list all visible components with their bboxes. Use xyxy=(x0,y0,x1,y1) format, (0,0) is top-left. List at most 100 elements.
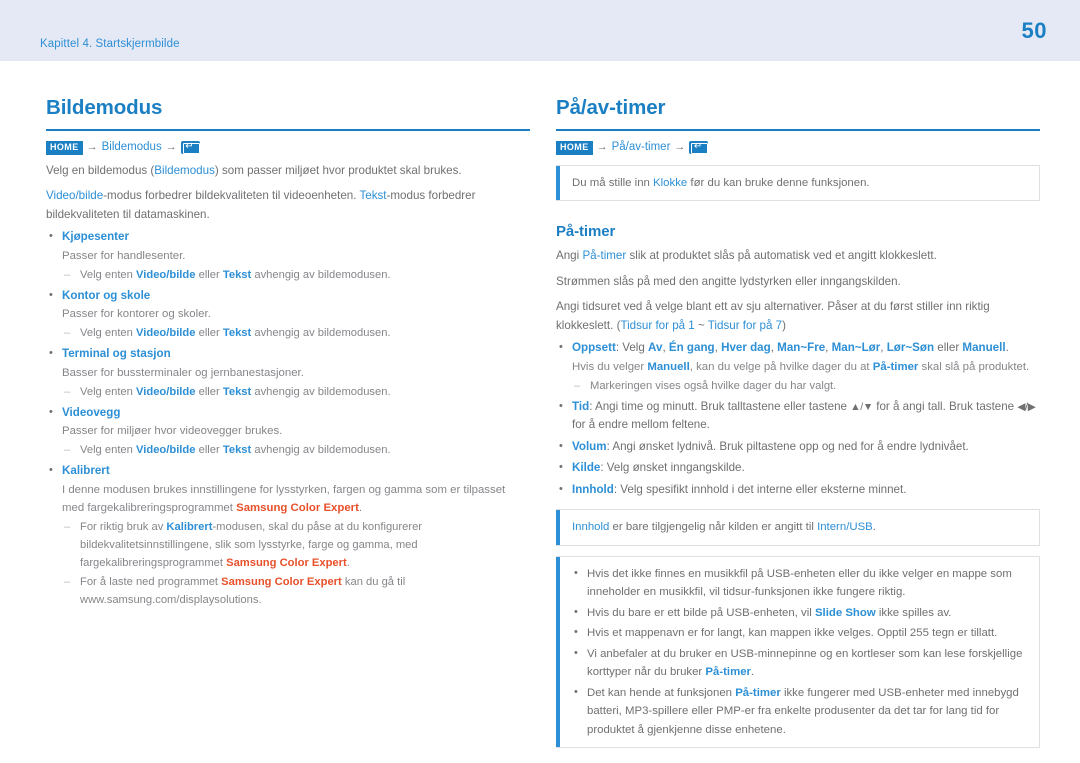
breadcrumb-arrow-icon: → xyxy=(596,141,608,154)
option-description: Basser for bussterminaler og jernbanesta… xyxy=(62,366,304,379)
list-item-tid: Tid: Angi time og minutt. Bruk talltaste… xyxy=(556,397,1040,435)
option-term: Kilde xyxy=(572,461,601,475)
option-description: Hvis du velger Manuell, kan du velge på … xyxy=(572,358,1040,376)
sub-highlight: Tekst xyxy=(222,444,252,457)
right-section-title: På/av-timer xyxy=(556,96,666,119)
up-down-arrow-icon: ▲/▼ xyxy=(850,400,873,413)
sub-brand: Samsung Color Expert xyxy=(221,575,342,588)
page-header-band xyxy=(0,0,1080,61)
note-text: er bare tilgjengelig når kilden er angit… xyxy=(609,521,818,534)
option-term: Oppsett xyxy=(572,341,616,355)
right-title-rule xyxy=(556,128,1040,131)
subsection-title: På-timer xyxy=(556,223,616,241)
para-text: ~ xyxy=(694,318,708,332)
home-badge[interactable]: HOME xyxy=(556,140,593,155)
sub-list-item: Velg enten Video/bilde eller Tekst avhen… xyxy=(62,441,530,459)
sub-highlight: Video/bilde xyxy=(136,444,196,457)
oppsett-value: Hver dag xyxy=(721,341,771,355)
note-box-clock: Du må stille inn Klokke før du kan bruke… xyxy=(556,164,1040,202)
note-highlight: Intern/USB xyxy=(817,521,873,534)
sub-text: avhengig av bildemodusen. xyxy=(251,268,391,281)
oppsett-values: Av, Én gang, Hver dag, Man~Fre, Man~Lør,… xyxy=(648,341,1006,354)
desc-text: Hvis du velger xyxy=(572,360,648,373)
note-text: Det kan hende at funksjonen xyxy=(587,686,736,699)
breadcrumb-link[interactable]: Bildemodus xyxy=(102,141,162,154)
left-intro-paragraph: Velg en bildemodus (Bildemodus) som pass… xyxy=(46,162,530,181)
option-term: Volum xyxy=(572,439,607,453)
sub-list: Markeringen vises også hvilke dager du h… xyxy=(572,377,1040,395)
left-column: Bildemodus HOME → Bildemodus → Velg en b… xyxy=(46,96,530,609)
sub-list-item: Velg enten Video/bilde eller Tekst avhen… xyxy=(62,324,530,342)
sub-text: Velg enten xyxy=(80,444,136,457)
option-text: : Velg xyxy=(615,341,649,355)
sub-list-item: For å laste ned programmet Samsung Color… xyxy=(62,573,530,609)
usb-note-list: Hvis det ikke finnes en musikkfil på USB… xyxy=(572,564,1027,740)
para-highlight: Tidsur for på 7 xyxy=(707,318,783,332)
option-description: Passer for kontorer og skoler. xyxy=(62,308,211,321)
pa-timer-paragraph-2: Strømmen slås på med den angitte lydstyr… xyxy=(556,274,901,288)
intro-text: -modus forbedrer bildekvaliteten til vid… xyxy=(103,189,360,203)
option-term: Terminal og stasjon xyxy=(62,347,171,361)
oppsett-value: Manuell xyxy=(962,341,1006,355)
sub-highlight: Video/bilde xyxy=(136,268,196,281)
option-text: for å angi tall. Bruk tastene xyxy=(873,399,1018,413)
desc-brand: Samsung Color Expert xyxy=(236,501,359,514)
note-text: . xyxy=(872,521,876,534)
option-term: Videovegg xyxy=(62,405,121,419)
sub-list: Velg enten Video/bilde eller Tekst avhen… xyxy=(62,324,530,342)
note-highlight: Klokke xyxy=(653,176,688,189)
option-term: Kjøpesenter xyxy=(62,230,130,244)
sub-highlight: Kalibrert xyxy=(166,520,213,533)
sub-list-item: For riktig bruk av Kalibrert-modusen, sk… xyxy=(62,518,530,572)
breadcrumb-link[interactable]: På/av-timer xyxy=(612,141,671,154)
option-text: : Angi ønsket lydnivå. Bruk piltastene o… xyxy=(606,439,969,453)
oppsett-value: Av xyxy=(648,341,663,355)
note-list-item: Hvis det ikke finnes en musikkfil på USB… xyxy=(572,564,1027,602)
note-text: . xyxy=(750,666,755,679)
list-item-kalibrert: Kalibrert I denne modusen brukes innstil… xyxy=(46,461,530,609)
note-text: Du må stille inn xyxy=(572,176,654,189)
intro-highlight: Bildemodus xyxy=(154,163,215,177)
option-term: Innhold xyxy=(572,482,614,496)
sub-list-item: Markeringen vises også hvilke dager du h… xyxy=(572,377,1040,395)
enter-key-icon xyxy=(180,140,200,155)
option-text: : Velg spesifikt innhold i det interne e… xyxy=(613,482,907,496)
option-term: Tid xyxy=(572,399,590,413)
desc-text: skal slå på produktet. xyxy=(918,360,1030,373)
option-text: : Angi time og minutt. Bruk talltastene … xyxy=(589,399,851,413)
list-item: Terminal og stasjon Basser for busstermi… xyxy=(46,344,530,401)
pa-timer-paragraph-3: Angi tidsuret ved å velge blant ett av s… xyxy=(556,298,1040,335)
sub-highlight: Tekst xyxy=(222,385,252,398)
sub-text: eller xyxy=(195,385,223,398)
chapter-label: Kapittel 4. Startskjermbilde xyxy=(40,38,180,50)
sub-text: . xyxy=(346,556,350,569)
home-badge[interactable]: HOME xyxy=(46,140,83,155)
sub-text: Velg enten xyxy=(80,385,136,398)
sub-list: For riktig bruk av Kalibrert-modusen, sk… xyxy=(62,518,530,609)
note-text: Vi anbefaler at du bruker en USB-minnepi… xyxy=(587,647,1023,679)
note-highlight: På-timer xyxy=(705,666,751,679)
sub-list: Velg enten Video/bilde eller Tekst avhen… xyxy=(62,383,530,401)
para-text: slik at produktet slås på automatisk ved… xyxy=(626,249,937,263)
breadcrumb-arrow-icon: → xyxy=(674,141,686,154)
note-text: før du kan bruke denne funksjonen. xyxy=(687,176,870,189)
sub-text: Velg enten xyxy=(80,268,136,281)
sub-brand: Samsung Color Expert xyxy=(226,556,347,569)
note-text: Hvis du bare er ett bilde på USB-enheten… xyxy=(587,606,815,619)
sub-text: avhengig av bildemodusen. xyxy=(251,327,391,340)
left-section-title: Bildemodus xyxy=(46,96,163,119)
left-breadcrumb: HOME → Bildemodus → xyxy=(46,140,530,155)
sub-text: For riktig bruk av xyxy=(80,520,167,533)
desc-highlight: Manuell xyxy=(647,360,690,373)
sub-highlight: Video/bilde xyxy=(136,385,196,398)
pa-timer-paragraph-1: Angi På-timer slik at produktet slås på … xyxy=(556,247,1040,266)
sub-text: eller xyxy=(195,268,223,281)
sub-text: avhengig av bildemodusen. xyxy=(251,444,391,457)
enter-key-icon xyxy=(689,140,709,155)
option-description: Passer for handlesenter. xyxy=(62,249,186,262)
intro-highlight: Tekst xyxy=(359,189,387,203)
desc-text: , kan du velge på hvilke dager du at xyxy=(689,360,873,373)
oppsett-value: Man~Fre xyxy=(777,341,826,355)
oppsett-value: Man~Lør xyxy=(831,341,881,355)
para-highlight: Tidsur for på 1 xyxy=(620,318,695,332)
